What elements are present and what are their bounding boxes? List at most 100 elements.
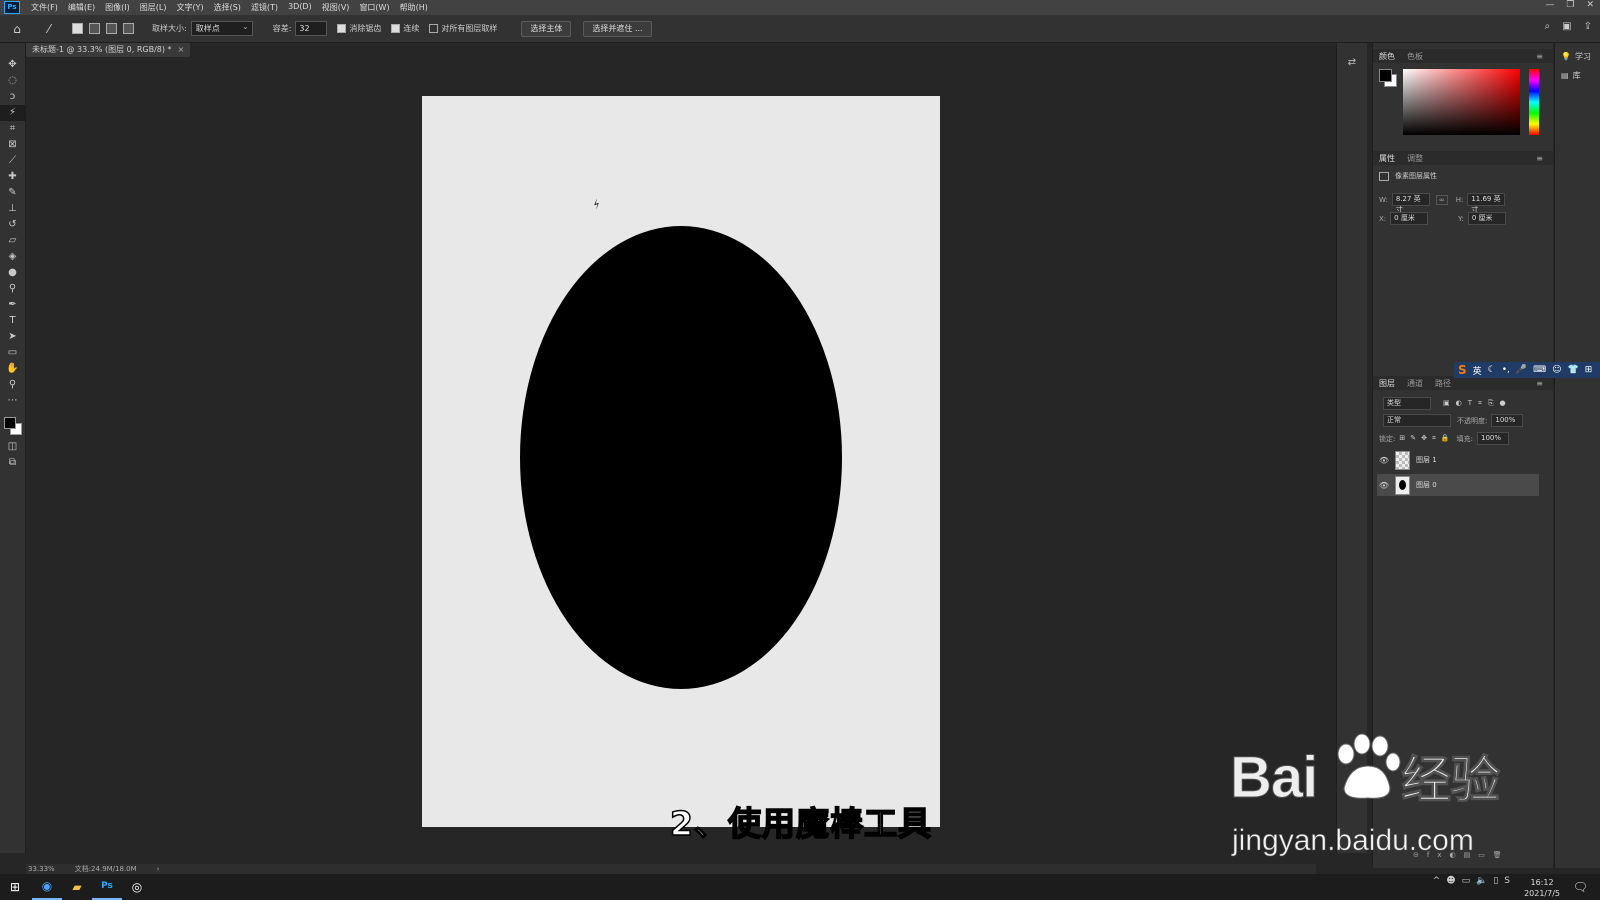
menu-filter[interactable]: 滤镜(T) [246,2,283,13]
zoom-level[interactable]: 33.33% [28,865,55,873]
black-ellipse-shape[interactable] [520,226,842,689]
notification-icon[interactable]: 🗨 [1573,880,1588,894]
clone-stamp-tool-icon[interactable]: ⊥ [0,201,25,217]
layer-row-0[interactable]: 👁 图层 0 [1377,474,1539,496]
photoshop-taskbar-icon[interactable]: Ps [92,874,122,900]
eye-icon[interactable]: 👁 [1377,456,1391,465]
path-selection-tool-icon[interactable]: ➤ [0,329,25,345]
dodge-tool-icon[interactable]: ⚲ [0,281,25,297]
menu-type[interactable]: 文字(Y) [171,2,208,13]
layer-0-name[interactable]: 图层 0 [1416,480,1437,490]
link-icon[interactable]: ∞ [1435,194,1448,205]
menu-help[interactable]: 帮助(H) [395,2,433,13]
contiguous-checkbox[interactable]: 连续 [391,23,419,34]
hue-slider[interactable] [1529,69,1539,135]
mic-icon[interactable]: 🎤 [1516,365,1527,375]
lasso-tool-icon[interactable]: ↄ [0,89,25,105]
type-tool-icon[interactable]: T [0,313,25,329]
blur-tool-icon[interactable]: ● [0,265,25,281]
history-panel-icon[interactable]: ⇄ [1337,57,1367,68]
eyedropper-tool-icon[interactable]: ⟋ [0,153,25,169]
y-input[interactable]: 0 厘米 [1467,212,1506,225]
close-tab-icon[interactable]: × [178,45,185,54]
menu-file[interactable]: 文件(F) [26,2,63,13]
file-explorer-icon[interactable]: ▰ [62,874,92,900]
x-input[interactable]: 0 厘米 [1390,212,1429,225]
network-icon[interactable]: ▭ [1462,876,1471,886]
volume-icon[interactable]: 🔈 [1476,876,1487,886]
marquee-tool-icon[interactable]: ◌ [0,73,25,89]
tab-properties[interactable]: 属性 [1373,153,1401,164]
restore-button[interactable]: ❐ [1566,0,1574,10]
blend-mode-select[interactable]: 正常 [1383,414,1451,427]
hand-tool-icon[interactable]: ✋ [0,361,25,377]
obs-icon[interactable]: ◎ [122,874,152,900]
panel-menu-icon[interactable]: ≡ [1530,379,1549,388]
magic-wand-tool-icon[interactable]: ⚡ [0,105,25,121]
tolerance-input[interactable]: 32 [295,21,328,36]
menu-3d[interactable]: 3D(D) [283,2,317,13]
panel-menu-icon[interactable]: ≡ [1530,52,1549,61]
search-icon[interactable]: ⌕ [1545,21,1551,32]
select-and-mask-button[interactable]: 选择并遮住 ... [583,20,652,37]
rectangle-tool-icon[interactable]: ▭ [0,345,25,361]
lock-icons[interactable]: ⊞✎✥⌗🔒 [1399,434,1454,443]
eraser-tool-icon[interactable]: ▱ [0,233,25,249]
share-icon[interactable]: ⇪ [1584,21,1592,32]
intersect-selection-mode-icon[interactable] [123,23,134,34]
moon-icon[interactable]: ☾ [1488,365,1496,375]
width-input[interactable]: 8.27 英寸 [1391,193,1430,214]
layer-1-name[interactable]: 图层 1 [1416,455,1437,465]
tab-channels[interactable]: 通道 [1401,378,1429,389]
menu-select[interactable]: 选择(S) [209,2,246,13]
layer-kind-filter[interactable]: 类型 [1383,397,1431,410]
antialias-checkbox[interactable]: 消除锯齿 [337,23,381,34]
crop-tool-icon[interactable]: ⌗ [0,121,25,137]
paint-bucket-tool-icon[interactable]: ◈ [0,249,25,265]
menu-layer[interactable]: 图层(L) [135,2,172,13]
pen-tool-icon[interactable]: ✒ [0,297,25,313]
foreground-color-swatch[interactable] [4,417,16,429]
healing-brush-tool-icon[interactable]: ✚ [0,169,25,185]
tab-layers[interactable]: 图层 [1373,378,1401,389]
new-selection-mode-icon[interactable] [72,23,83,34]
battery-icon[interactable]: ▯ [1493,876,1498,886]
color-picker-field[interactable] [1403,69,1520,135]
sample-all-layers-checkbox[interactable]: 对所有图层取样 [429,23,497,34]
height-input[interactable]: 11.69 英寸 [1467,193,1506,214]
keyboard-icon[interactable]: ⌨ [1533,365,1546,375]
add-selection-mode-icon[interactable] [89,23,100,34]
browser-icon[interactable]: ◉ [32,874,62,900]
ime-tray-icon[interactable]: S [1504,876,1510,886]
ime-language[interactable]: 英 [1473,364,1482,377]
select-subject-button[interactable]: 选择主体 [521,20,572,37]
menu-edit[interactable]: 编辑(E) [63,2,100,13]
more-tools-icon[interactable]: ⋯ [0,393,25,409]
clock[interactable]: 16:12 2021/7/5 [1524,877,1560,899]
screen-mode-icon[interactable]: ⧉ [0,455,25,471]
opacity-input[interactable]: 100% [1491,414,1524,427]
brush-tool-icon[interactable]: ✎ [0,185,25,201]
photoshop-logo-icon[interactable]: Ps [4,1,20,14]
layer-row-1[interactable]: 👁 图层 1 [1377,449,1539,471]
panel-foreground-swatch[interactable] [1379,69,1392,82]
document-tab[interactable]: 未标题-1 @ 33.3% (图层 0, RGB/8) * × [26,43,191,57]
home-icon[interactable]: ⌂ [10,22,24,36]
tab-adjustments[interactable]: 调整 [1401,153,1429,164]
tab-paths[interactable]: 路径 [1429,378,1457,389]
tray-user-icon[interactable]: ☻ [1446,876,1455,886]
grid-icon[interactable]: ⊞ [1585,365,1593,375]
quick-mask-icon[interactable]: ◫ [0,439,25,455]
library-button[interactable]: ▤ 库 [1561,70,1600,81]
zoom-tool-icon[interactable]: ⚲ [0,377,25,393]
fill-input[interactable]: 100% [1476,432,1509,445]
subtract-selection-mode-icon[interactable] [106,23,117,34]
menu-image[interactable]: 图像(I) [100,2,135,13]
close-button[interactable]: ✕ [1586,0,1594,10]
minimize-button[interactable]: — [1545,0,1554,10]
ime-toolbar[interactable]: S 英 ☾ •, 🎤 ⌨ ☺ 👕 ⊞ [1454,362,1600,378]
tray-arrow-icon[interactable]: ^ [1433,876,1441,886]
history-brush-tool-icon[interactable]: ↺ [0,217,25,233]
magic-wand-preset-icon[interactable]: ⁄ [42,22,56,36]
menu-view[interactable]: 视图(V) [317,2,355,13]
